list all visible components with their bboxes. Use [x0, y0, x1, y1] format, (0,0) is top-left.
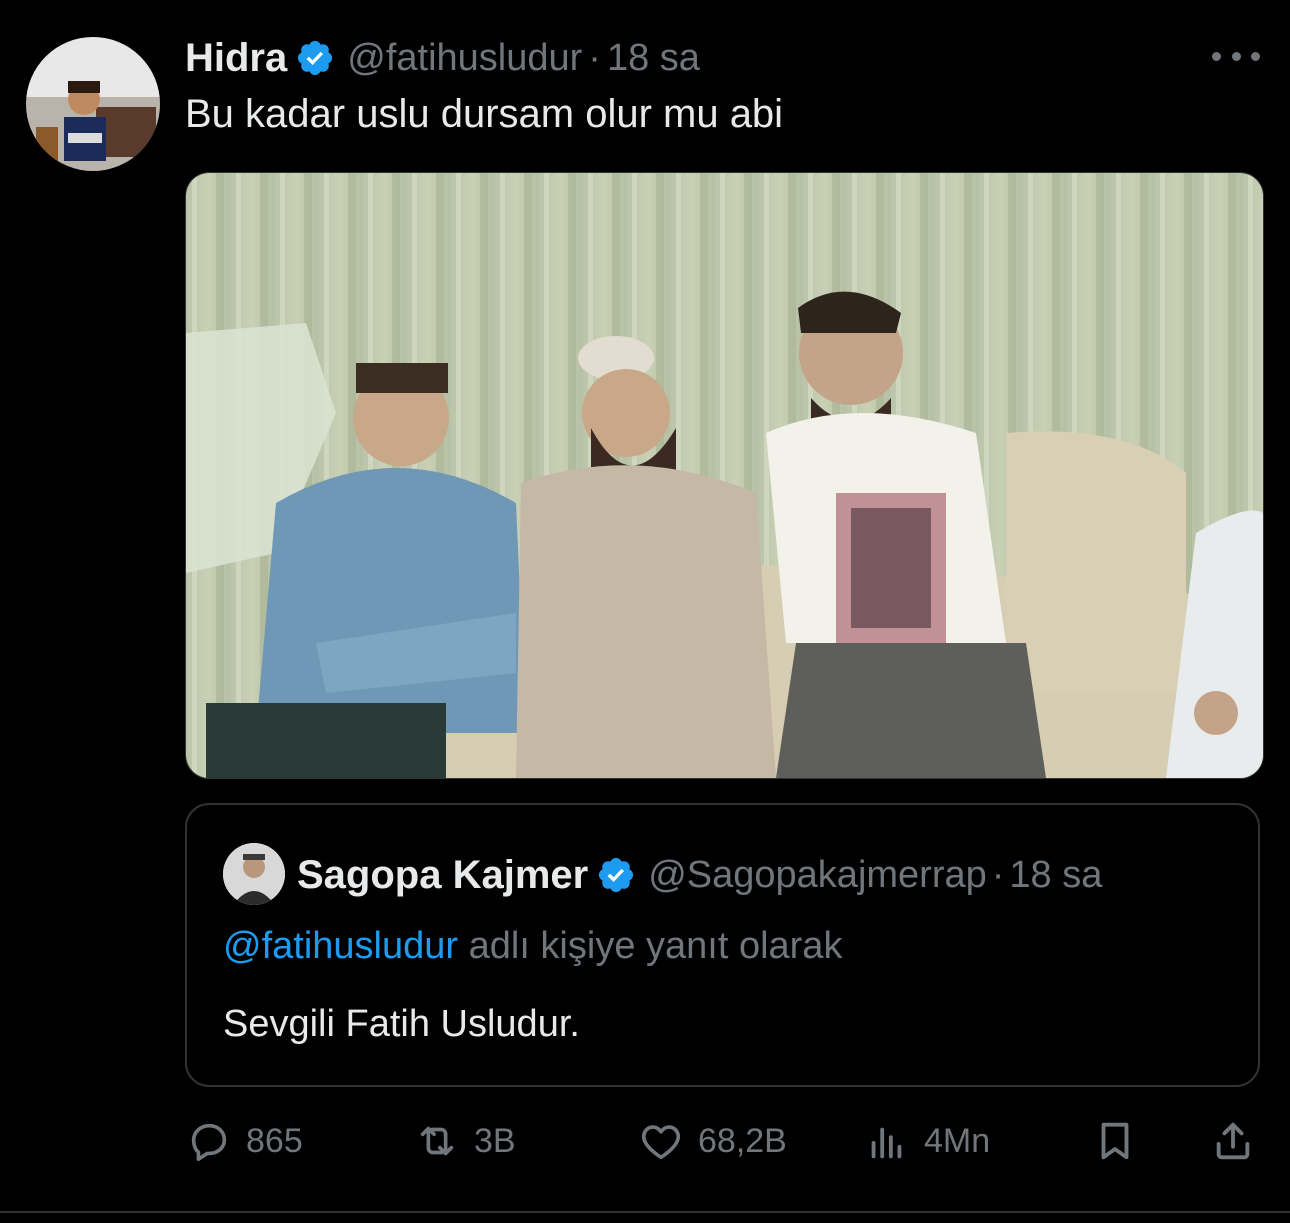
- author-name[interactable]: Hidra: [185, 36, 287, 81]
- verified-badge-icon: [599, 857, 634, 893]
- quote-avatar-photo: [223, 843, 285, 905]
- author-avatar[interactable]: [26, 37, 160, 171]
- repost-icon: [420, 1126, 454, 1156]
- reply-mention-link[interactable]: @fatihusludur: [223, 925, 458, 967]
- tweet-photo[interactable]: [185, 172, 1264, 779]
- action-bar: 865 3B 68,2B 4Mn: [0, 1115, 1290, 1167]
- divider: [0, 1211, 1290, 1213]
- reply-context: @fatihusludur adlı kişiye yanıt olarak: [223, 925, 842, 968]
- more-dot: [1231, 51, 1241, 61]
- views-button[interactable]: 4Mn: [864, 1115, 990, 1167]
- like-icon: [641, 1125, 681, 1160]
- repost-button[interactable]: 3B: [414, 1115, 516, 1167]
- reply-button[interactable]: 865: [186, 1115, 303, 1167]
- separator: ·: [588, 36, 601, 79]
- tweet-time[interactable]: 18 sa: [607, 37, 700, 80]
- share-icon: [1216, 1122, 1250, 1160]
- quote-author-name[interactable]: Sagopa Kajmer: [297, 853, 588, 898]
- quote-author-handle[interactable]: @Sagopakajmerrap: [648, 854, 987, 897]
- reply-context-text: adlı kişiye yanıt olarak: [458, 925, 843, 967]
- like-button[interactable]: 68,2B: [638, 1115, 787, 1167]
- author-handle[interactable]: @fatihusludur: [347, 37, 582, 80]
- reply-icon: [191, 1123, 227, 1162]
- quote-author-avatar[interactable]: [223, 843, 285, 905]
- verified-badge-icon: [298, 40, 333, 76]
- views-count: 4Mn: [924, 1121, 991, 1160]
- quote-time[interactable]: 18 sa: [1009, 854, 1102, 897]
- bookmark-icon: [1101, 1122, 1129, 1160]
- tweet-text: Bu kadar uslu dursam olur mu abi: [185, 92, 784, 136]
- quoted-tweet[interactable]: Sagopa Kajmer @Sagopakajmerrap · 18 sa @…: [185, 803, 1260, 1087]
- like-count: 68,2B: [698, 1121, 787, 1160]
- photo-image: [186, 173, 1263, 778]
- more-dot: [1212, 51, 1221, 61]
- repost-count: 3B: [474, 1121, 516, 1160]
- more-options-icon[interactable]: [1212, 42, 1260, 70]
- views-icon: [871, 1127, 902, 1159]
- bookmark-button[interactable]: [1092, 1115, 1152, 1167]
- quote-header: Sagopa Kajmer @Sagopakajmerrap · 18 sa: [297, 849, 1102, 901]
- more-dot: [1251, 51, 1260, 61]
- avatar-photo: [26, 37, 160, 171]
- separator: ·: [991, 853, 1005, 896]
- reply-count: 865: [246, 1121, 303, 1160]
- share-button[interactable]: [1210, 1115, 1270, 1167]
- tweet[interactable]: Hidra @fatihusludur · 18 sa Bu kadar usl…: [0, 0, 1290, 1223]
- quote-text: Sevgili Fatih Usludur.: [223, 1003, 580, 1045]
- tweet-header: Hidra @fatihusludur · 18 sa: [185, 32, 700, 84]
